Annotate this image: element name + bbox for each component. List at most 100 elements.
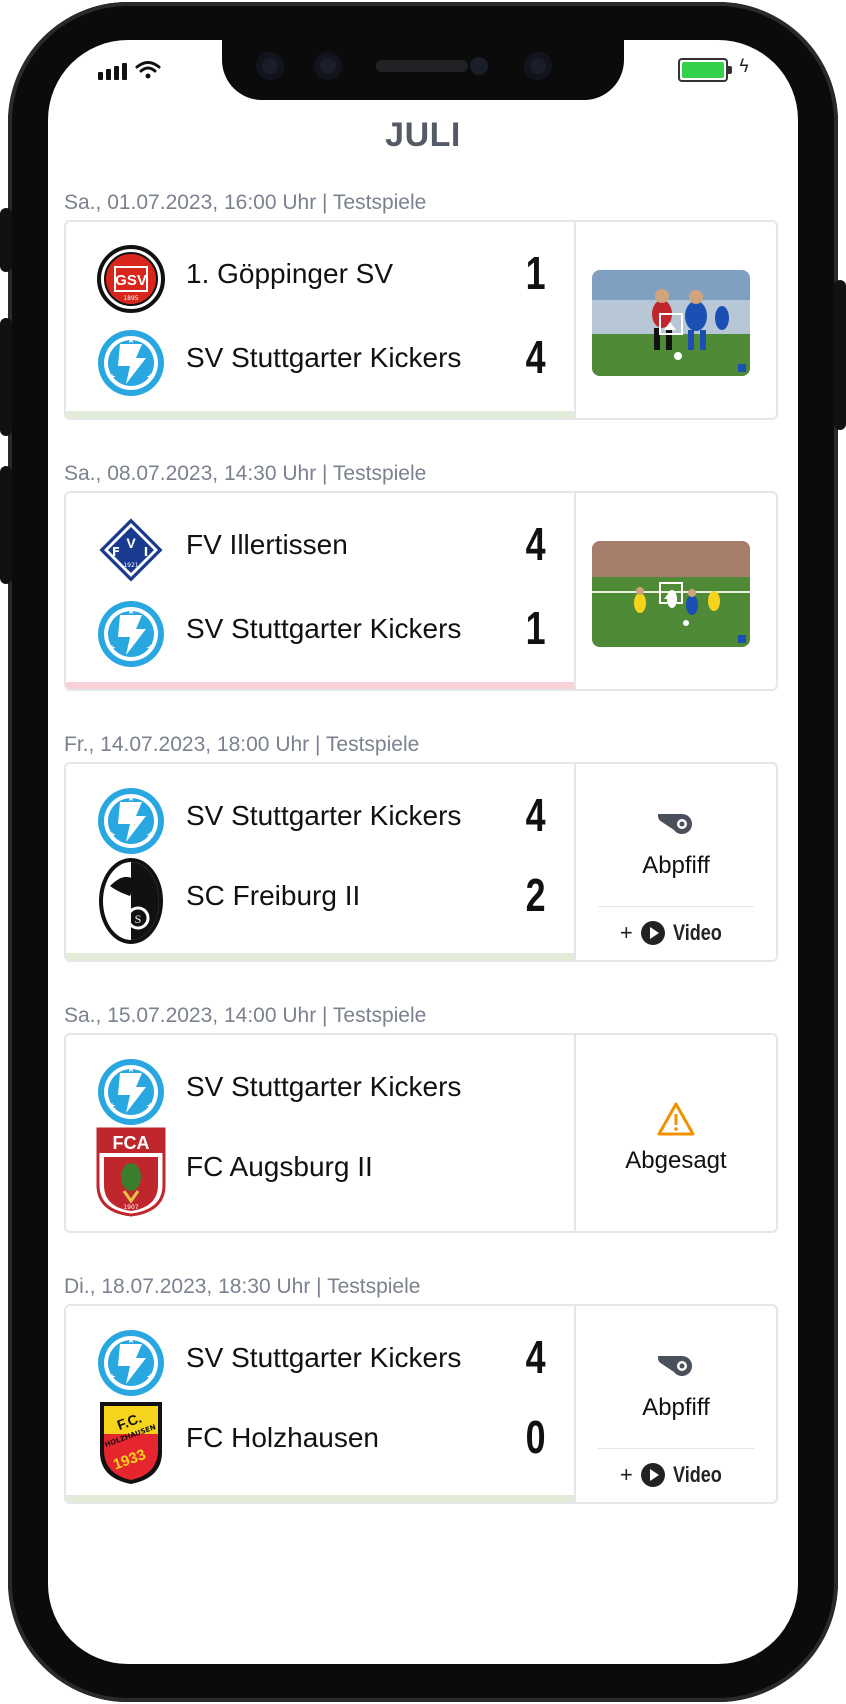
svg-text:★: ★ [127,794,135,804]
svg-text:★: ★ [108,373,116,383]
svg-text:★: ★ [108,831,116,841]
gallery-thumbnail[interactable] [592,541,750,647]
volume-down-button [0,466,12,584]
svg-text:★: ★ [146,1373,154,1383]
video-divider [598,1448,754,1449]
team-name-home: SV Stuttgarter Kickers [186,1342,462,1373]
status-bar-left [98,60,161,80]
battery-icon [678,58,732,82]
scf-logo-icon: S [96,856,166,946]
match-side-panel[interactable]: Abpfiff + Video [576,764,776,960]
match-item[interactable]: Fr., 14.07.2023, 18:00 Uhr | Testspiele ★… [64,728,778,962]
svg-text:F: F [112,545,120,559]
teams: GSV 1895 1. Göppinger SV 1 ★ ★ ★ SV Stuttgarter… [66,222,574,418]
svg-text:1921: 1921 [123,562,138,569]
match-item[interactable]: Sa., 15.07.2023, 14:00 Uhr | Testspiele ★… [64,999,778,1233]
match-card[interactable]: ★ ★ ★ SV Stuttgarter Kickers 4 F.C. HOLZHAUSEN… [64,1304,778,1504]
score-home: 4 [526,789,546,841]
team-name-away: FC Augsburg II [186,1151,373,1182]
play-icon [640,1463,665,1487]
match-meta: Sa., 08.07.2023, 14:30 Uhr | Testspiele [64,462,427,485]
mute-switch [0,208,12,272]
match-meta: Fr., 14.07.2023, 18:00 Uhr | Testspiele [64,733,420,756]
fvi-logo-icon: V F I 1921 [96,515,166,585]
wifi-icon [135,61,161,79]
svg-text:I: I [144,545,148,559]
team-name-away: FC Holzhausen [186,1422,379,1453]
team-name-away: SC Freiburg II [186,880,361,911]
kickers-logo-icon: ★ ★ ★ [96,1328,166,1398]
score-away: 1 [526,602,546,654]
match-side-panel[interactable] [576,493,776,689]
team-row-away: ★ ★ ★ SV Stuttgarter Kickers 1 [66,593,574,673]
svg-text:★: ★ [146,831,154,841]
svg-text:★: ★ [127,607,135,617]
video-plus: + [619,1462,633,1487]
svg-text:GSV: GSV [115,272,147,289]
cancelled-label: Abgesagt [625,1147,727,1174]
fca-logo-icon: FCA 1907 [96,1127,166,1217]
svg-text:★: ★ [108,1102,116,1112]
svg-text:1895: 1895 [123,295,138,302]
charging-icon: ϟ [738,56,750,77]
front-camera-icon [524,52,552,80]
score-away: 4 [526,331,546,383]
teams: ★ ★ ★ SV Stuttgarter Kickers 4 S SC Freiburg I… [66,764,574,960]
kickers-logo-icon: ★ ★ ★ [96,328,166,398]
gallery-thumbnail[interactable] [592,270,750,376]
team-row-away: ★ ★ ★ SV Stuttgarter Kickers 4 [66,322,574,402]
play-icon [640,921,665,945]
final-whistle-label: Abpfiff [642,1394,710,1421]
score-home: 4 [526,518,546,570]
video-button[interactable]: + Video [576,920,776,946]
match-item[interactable]: Sa., 08.07.2023, 14:30 Uhr | Testspiele V… [64,457,778,691]
svg-text:★: ★ [108,644,116,654]
teams: V F I 1921 FV Illertissen 4 ★ ★ ★ SV Stuttgarter … [66,493,574,689]
team-row-away: F.C. HOLZHAUSEN 1933 FC Holzhausen 0 [66,1402,574,1484]
team-row-away: FCA 1907 FC Augsburg II [66,1127,574,1217]
match-card[interactable]: ★ ★ ★ SV Stuttgarter Kickers 4 S SC Freiburg I… [64,762,778,962]
power-button [834,280,846,430]
match-side-panel[interactable] [576,222,776,418]
team-name-home: FV Illertissen [186,529,348,560]
match-meta: Sa., 01.07.2023, 16:00 Uhr | Testspiele [64,191,427,214]
svg-text:1907: 1907 [123,1204,138,1211]
final-whistle-label: Abpfiff [642,852,710,879]
match-card[interactable]: V F I 1921 FV Illertissen 4 ★ ★ ★ SV Stuttgarter … [64,491,778,691]
match-side-panel[interactable]: Abgesagt [576,1035,776,1231]
video-divider [598,906,754,907]
team-row-away: S SC Freiburg II 2 [66,858,574,944]
team-row-home: ★ ★ ★ SV Stuttgarter Kickers 4 [66,1322,574,1402]
score-away: 0 [526,1411,546,1463]
svg-text:★: ★ [127,336,135,346]
svg-text:★: ★ [146,644,154,654]
match-card[interactable]: ★ ★ ★ SV Stuttgarter Kickers FCA 1907 FC Augsb… [64,1033,778,1233]
svg-text:★: ★ [108,1373,116,1383]
signal-icon [98,63,127,80]
sensor-icon [314,52,342,80]
result-bar-win [66,1495,574,1502]
teams: ★ ★ ★ SV Stuttgarter Kickers 4 F.C. HOLZHAUSEN… [66,1306,574,1502]
score-home: 4 [526,1331,546,1383]
svg-text:★: ★ [127,1336,135,1346]
svg-text:FCA: FCA [113,1133,150,1153]
proximity-sensor [470,57,488,75]
match-meta: Di., 18.07.2023, 18:30 Uhr | Testspiele [64,1275,421,1298]
kickers-logo-icon: ★ ★ ★ [96,599,166,669]
volume-up-button [0,318,12,436]
team-name-home: SV Stuttgarter Kickers [186,1071,462,1102]
match-side-panel[interactable]: Abpfiff + Video [576,1306,776,1502]
teams: ★ ★ ★ SV Stuttgarter Kickers FCA 1907 FC Augsb… [66,1035,574,1231]
fch-logo-icon: F.C. HOLZHAUSEN 1933 [96,1398,166,1488]
warning-icon [576,1101,776,1141]
svg-text:V: V [126,535,136,551]
match-item[interactable]: Di., 18.07.2023, 18:30 Uhr | Testspiele ★… [64,1270,778,1504]
svg-text:S: S [135,912,142,926]
kickers-logo-icon: ★ ★ ★ [96,1057,166,1127]
match-card[interactable]: GSV 1895 1. Göppinger SV 1 ★ ★ ★ SV Stuttgarter… [64,220,778,420]
team-row-home: ★ ★ ★ SV Stuttgarter Kickers [66,1051,574,1131]
match-item[interactable]: Sa., 01.07.2023, 16:00 Uhr | Testspiele G… [64,186,778,420]
team-row-home: ★ ★ ★ SV Stuttgarter Kickers 4 [66,780,574,860]
team-row-home: GSV 1895 1. Göppinger SV 1 [66,238,574,318]
video-button[interactable]: + Video [576,1462,776,1488]
